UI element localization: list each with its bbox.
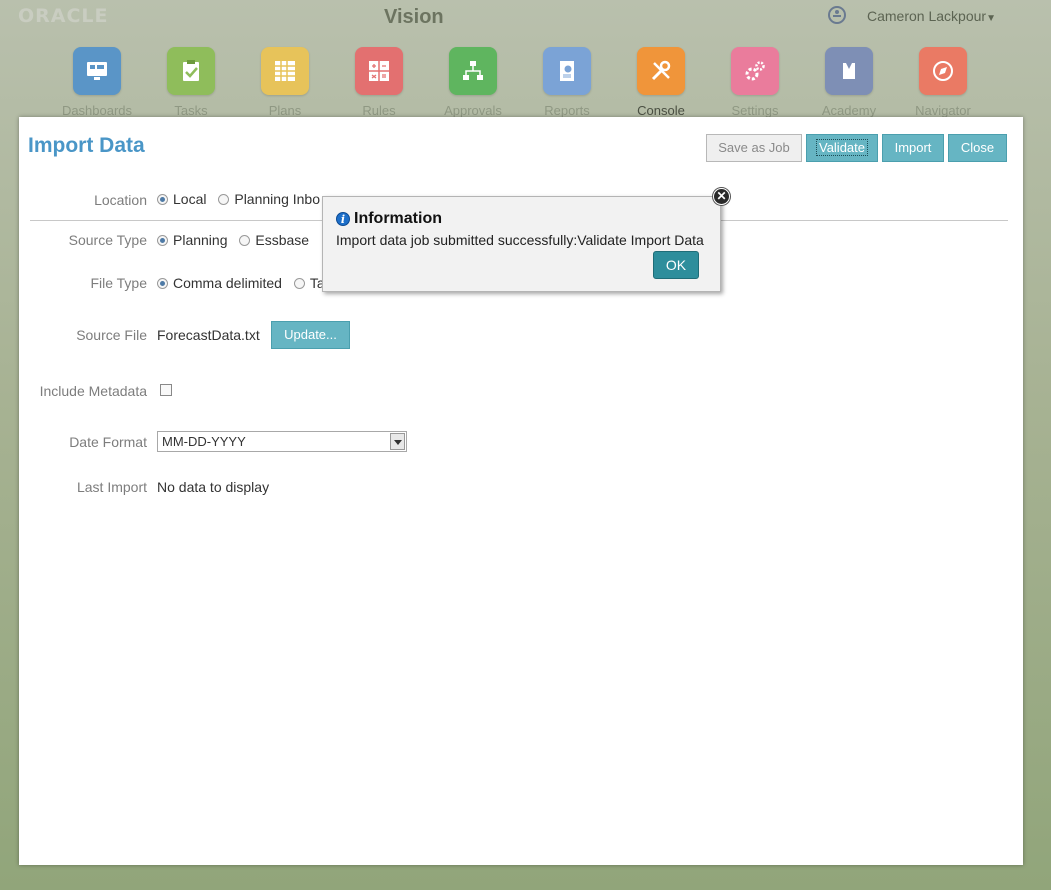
include-metadata-checkbox[interactable] xyxy=(160,384,172,396)
include-metadata-label: Include Metadata xyxy=(39,383,147,399)
gears-icon xyxy=(731,47,779,95)
file-type-options: Comma delimited Ta xyxy=(157,275,333,291)
radio-icon xyxy=(293,278,305,289)
compass-icon xyxy=(919,47,967,95)
user-menu[interactable]: Cameron Lackpour▼ xyxy=(867,8,996,24)
source-type-label: Source Type xyxy=(68,232,147,248)
radio-label: Planning Inbo xyxy=(234,191,320,207)
close-icon[interactable]: ✕ xyxy=(713,188,730,205)
location-planning-inbox-radio[interactable]: Planning Inbo xyxy=(218,191,320,207)
radio-selected-icon xyxy=(157,278,168,289)
hierarchy-icon xyxy=(449,47,497,95)
page-title: Import Data xyxy=(28,134,145,157)
graduate-icon xyxy=(825,47,873,95)
nav-item-settings[interactable]: Settings xyxy=(708,47,802,118)
oracle-logo: ORACLE xyxy=(18,5,109,27)
last-import-value: No data to display xyxy=(157,479,270,495)
nav-item-rules[interactable]: Rules xyxy=(332,47,426,118)
nav-label: Plans xyxy=(268,103,302,118)
nav-label: Approvals xyxy=(444,103,502,118)
information-dialog: i Information Import data job submitted s… xyxy=(322,196,721,292)
file-type-tab-radio[interactable]: Ta xyxy=(293,275,325,291)
user-name: Cameron Lackpour xyxy=(867,8,987,24)
nav-label: Dashboards xyxy=(61,103,133,118)
date-format-label: Date Format xyxy=(69,434,147,450)
validate-button[interactable]: Validate xyxy=(806,134,878,162)
location-options: Local Planning Inbo xyxy=(157,191,328,207)
source-type-options: Planning Essbase xyxy=(157,232,317,248)
calculator-icon xyxy=(355,47,403,95)
info-icon: i xyxy=(336,212,350,226)
save-as-job-button[interactable]: Save as Job xyxy=(706,134,802,162)
update-button[interactable]: Update... xyxy=(271,321,350,349)
dialog-title: i Information xyxy=(336,210,442,228)
nav-label: Console xyxy=(637,103,685,118)
file-type-label: File Type xyxy=(90,275,147,291)
location-local-radio[interactable]: Local xyxy=(157,191,206,207)
dialog-message: Import data job submitted successfully:V… xyxy=(336,232,704,248)
last-import-label: Last Import xyxy=(76,479,147,495)
source-type-essbase-radio[interactable]: Essbase xyxy=(239,232,309,248)
nav-label: Navigator xyxy=(915,103,971,118)
radio-icon xyxy=(239,235,251,246)
nav-label: Academy xyxy=(821,103,877,118)
nav-item-dashboards[interactable]: Dashboards xyxy=(50,47,144,118)
radio-label: Local xyxy=(173,191,207,207)
dialog-title-text: Information xyxy=(354,210,442,227)
nav-item-tasks[interactable]: Tasks xyxy=(144,47,238,118)
date-format-value: MM-DD-YYYY xyxy=(162,434,246,449)
nav-label: Settings xyxy=(731,103,779,118)
dashboard-icon xyxy=(73,47,121,95)
nav-item-plans[interactable]: Plans xyxy=(238,47,332,118)
accessibility-icon[interactable] xyxy=(828,6,846,24)
dropdown-arrow-icon[interactable] xyxy=(390,433,405,450)
report-icon xyxy=(543,47,591,95)
clipboard-check-icon xyxy=(167,47,215,95)
date-format-select[interactable]: MM-DD-YYYY xyxy=(157,431,407,452)
radio-selected-icon xyxy=(157,235,168,246)
nav-label: Rules xyxy=(362,103,396,118)
ok-button[interactable]: OK xyxy=(653,251,699,279)
source-file-name: ForecastData.txt xyxy=(157,327,260,343)
tools-icon xyxy=(637,47,685,95)
close-button[interactable]: Close xyxy=(948,134,1007,162)
import-button[interactable]: Import xyxy=(882,134,944,162)
file-type-comma-radio[interactable]: Comma delimited xyxy=(157,275,282,291)
nav-item-academy[interactable]: Academy xyxy=(802,47,896,118)
navigation-bar: Dashboards Tasks Plans Rules Approvals R… xyxy=(50,47,1010,122)
location-label: Location xyxy=(94,192,147,208)
validate-label: Validate xyxy=(815,139,869,156)
radio-icon xyxy=(218,194,230,205)
chevron-down-icon: ▼ xyxy=(986,13,996,24)
radio-label: Essbase xyxy=(255,232,310,248)
radio-selected-icon xyxy=(157,194,168,205)
nav-label: Reports xyxy=(544,103,590,118)
radio-label: Planning xyxy=(173,232,228,248)
nav-item-reports[interactable]: Reports xyxy=(520,47,614,118)
nav-label: Tasks xyxy=(174,103,208,118)
nav-item-approvals[interactable]: Approvals xyxy=(426,47,520,118)
app-name: Vision xyxy=(384,6,444,28)
grid-icon xyxy=(261,47,309,95)
radio-label: Comma delimited xyxy=(173,275,282,291)
nav-item-console[interactable]: Console xyxy=(614,47,708,118)
source-type-planning-radio[interactable]: Planning xyxy=(157,232,228,248)
nav-item-navigator[interactable]: Navigator xyxy=(896,47,990,118)
source-file-label: Source File xyxy=(76,327,147,343)
